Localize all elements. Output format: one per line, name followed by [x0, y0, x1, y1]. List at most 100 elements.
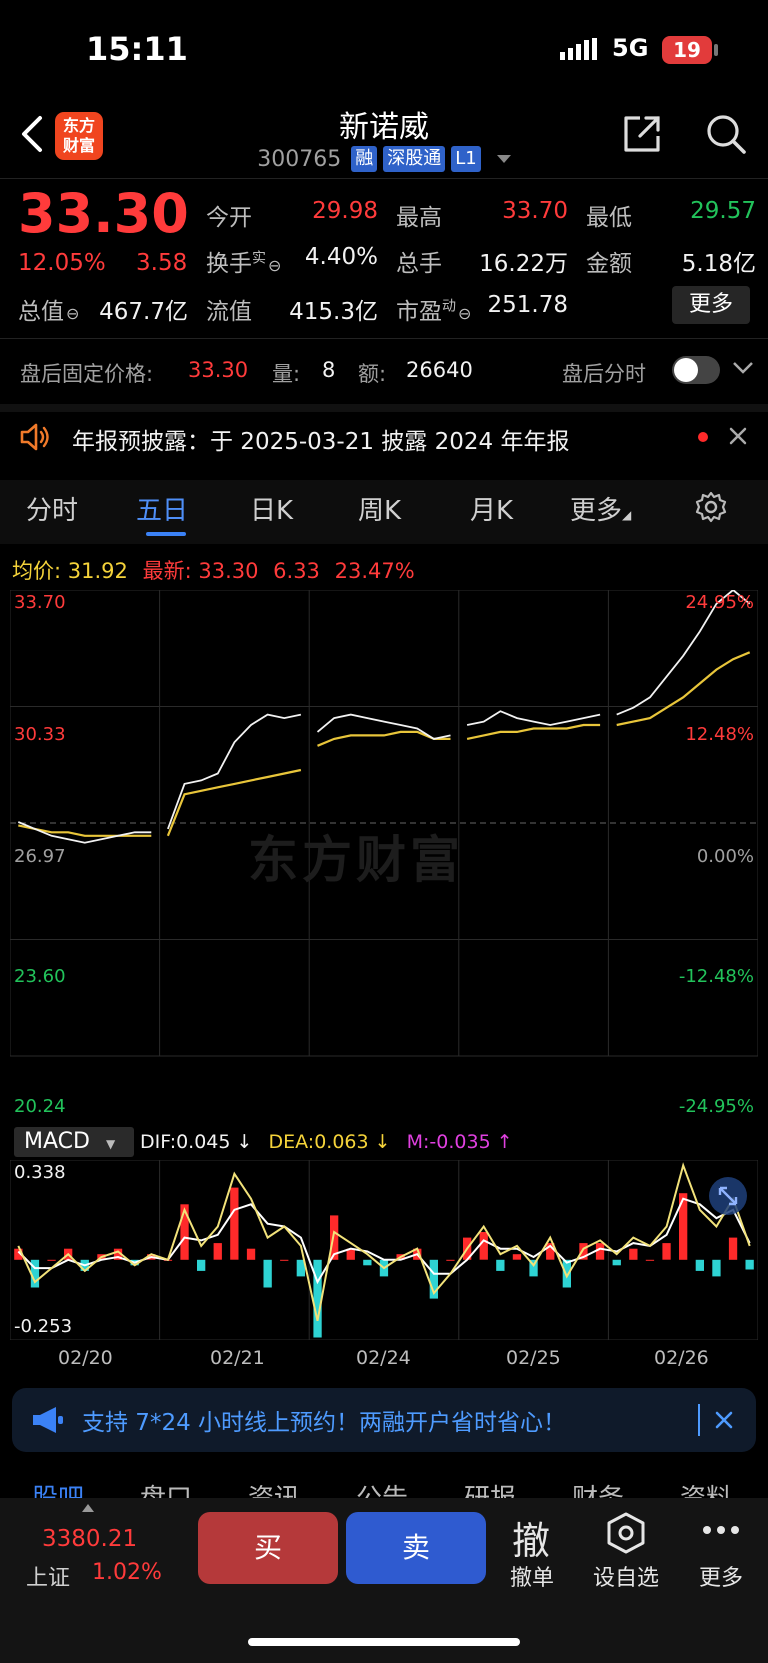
notice-text[interactable]: 年报预披露：于 2025-03-21 披露 2024 年年报	[72, 422, 569, 456]
after-hours-row: 盘后固定价格: 33.30 量: 8 额: 26640 盘后分时	[0, 340, 768, 402]
x-tick-date: 02/26	[654, 1347, 709, 1369]
index-value[interactable]: 3380.21	[42, 1526, 137, 1552]
toggle-knob	[674, 358, 698, 382]
y-tick-right: -24.95%	[678, 1096, 754, 1117]
dea-value: DEA:0.063 ↓	[268, 1131, 391, 1153]
promo-text[interactable]: 支持 7*24 小时线上预约！两融开户省时省心！	[82, 1403, 566, 1437]
macd-bar	[629, 1248, 638, 1260]
zoom-icon[interactable]	[708, 1176, 748, 1216]
macd-bar	[595, 1243, 605, 1260]
avg-price: 31.92	[67, 559, 128, 583]
macd-y-tick: -0.253	[14, 1316, 73, 1337]
chevron-down-icon[interactable]	[732, 360, 754, 376]
macd-bar	[645, 1259, 655, 1261]
macd-bar	[562, 1259, 571, 1288]
search-icon[interactable]	[704, 112, 748, 156]
tab-five-day[interactable]: 五日	[136, 490, 188, 527]
macd-bar	[246, 1248, 256, 1260]
price-line	[167, 713, 302, 830]
after-hours-amount-label: 额:	[358, 362, 387, 386]
chevron-down-icon[interactable]	[496, 155, 511, 163]
unread-dot	[698, 432, 708, 442]
latest-label: 最新:	[142, 559, 192, 583]
info-icon[interactable]: ⊖	[458, 304, 471, 323]
x-tick-date: 02/25	[506, 1347, 561, 1369]
after-hours-amount: 26640	[406, 358, 473, 382]
low-label: 最低	[586, 205, 632, 231]
macd-bar	[197, 1259, 206, 1271]
turnover-label: 换手实 ⊖	[206, 244, 281, 278]
tab-daily-k[interactable]: 日K	[250, 490, 293, 527]
volume-value: 16.22万	[479, 251, 568, 277]
status-bar: 15:11 5G 19	[0, 0, 768, 100]
float-value: 415.3亿	[289, 299, 378, 325]
battery-indicator: 19	[662, 36, 712, 64]
price-line	[466, 710, 601, 726]
more-dots-icon[interactable]	[702, 1524, 740, 1536]
float-label: 流值	[206, 299, 252, 325]
share-icon[interactable]	[620, 112, 664, 156]
after-hours-toggle-label: 盘后分时	[562, 362, 646, 386]
macd-bar	[213, 1243, 222, 1260]
turnover-sup: 实	[252, 250, 266, 267]
info-icon[interactable]: ⊖	[268, 256, 281, 275]
x-tick-date: 02/24	[356, 1347, 411, 1369]
indicator-name: MACD	[24, 1129, 90, 1154]
megaphone-icon	[33, 1407, 63, 1433]
divider	[0, 338, 768, 339]
dif-line	[17, 1162, 751, 1322]
macd-bar	[479, 1232, 488, 1260]
low-value: 29.57	[690, 198, 756, 224]
add-watchlist-icon[interactable]	[606, 1512, 646, 1554]
price-line	[17, 821, 152, 844]
caret-icon: ◢	[622, 508, 632, 522]
amount-value: 5.18亿	[681, 251, 756, 277]
tab-weekly-k[interactable]: 周K	[358, 490, 401, 527]
stock-code: 300765	[257, 146, 342, 172]
more-quote-button[interactable]: 更多	[672, 286, 750, 324]
macd-bar	[363, 1259, 372, 1266]
indicator-select[interactable]: MACD ▼	[14, 1127, 134, 1157]
section-gap	[0, 404, 768, 412]
more-label[interactable]: 更多	[690, 1560, 752, 1592]
y-tick-right: 0.00%	[696, 846, 754, 867]
cancel-order-label[interactable]: 撤单	[500, 1560, 564, 1592]
index-name: 上证	[26, 1566, 71, 1591]
open-label: 今开	[206, 205, 252, 231]
macd-chart[interactable]	[10, 1160, 758, 1340]
y-tick-right: 12.48%	[685, 724, 754, 745]
tag-margin: 融	[351, 146, 378, 172]
after-hours-price-label: 盘后固定价格:	[20, 362, 154, 386]
gear-icon[interactable]	[694, 490, 728, 524]
macd-bar	[47, 1259, 56, 1261]
network-label: 5G	[612, 34, 649, 62]
add-watchlist-label[interactable]: 设自选	[588, 1560, 664, 1592]
watermark: 东方财富	[248, 831, 464, 889]
high-value: 33.70	[502, 198, 568, 224]
signal-icon	[560, 38, 597, 60]
tab-more[interactable]: 更多◢	[570, 490, 631, 527]
macd-bar	[662, 1243, 671, 1260]
high-label: 最高	[396, 205, 442, 231]
avg-price-label: 均价:	[12, 559, 62, 583]
latest-pct: 23.47%	[334, 559, 415, 583]
cancel-order-icon[interactable]: 撤	[512, 1510, 550, 1565]
sell-button[interactable]: 卖	[346, 1512, 486, 1584]
macd-bar	[745, 1259, 754, 1270]
tab-monthly-k[interactable]: 月K	[470, 490, 513, 527]
macd-bar	[695, 1259, 704, 1271]
close-icon[interactable]	[714, 1410, 734, 1430]
close-icon[interactable]	[728, 426, 748, 446]
chart-info: 均价: 31.92 最新: 33.30 6.33 23.47%	[12, 555, 415, 585]
buy-button[interactable]: 买	[198, 1512, 338, 1584]
pe-label-text: 市盈	[396, 299, 442, 325]
mktcap-label: 总值 ⊖	[18, 292, 79, 326]
tab-intraday[interactable]: 分时	[26, 490, 78, 527]
tab-more-label: 更多	[570, 496, 623, 526]
y-tick-right: 24.95%	[685, 592, 754, 613]
after-hours-price: 33.30	[188, 358, 249, 382]
info-icon[interactable]: ⊖	[66, 304, 79, 323]
pe-sup: 动	[442, 298, 456, 315]
volume-label: 总手	[396, 251, 442, 277]
macd-bar	[728, 1237, 738, 1260]
